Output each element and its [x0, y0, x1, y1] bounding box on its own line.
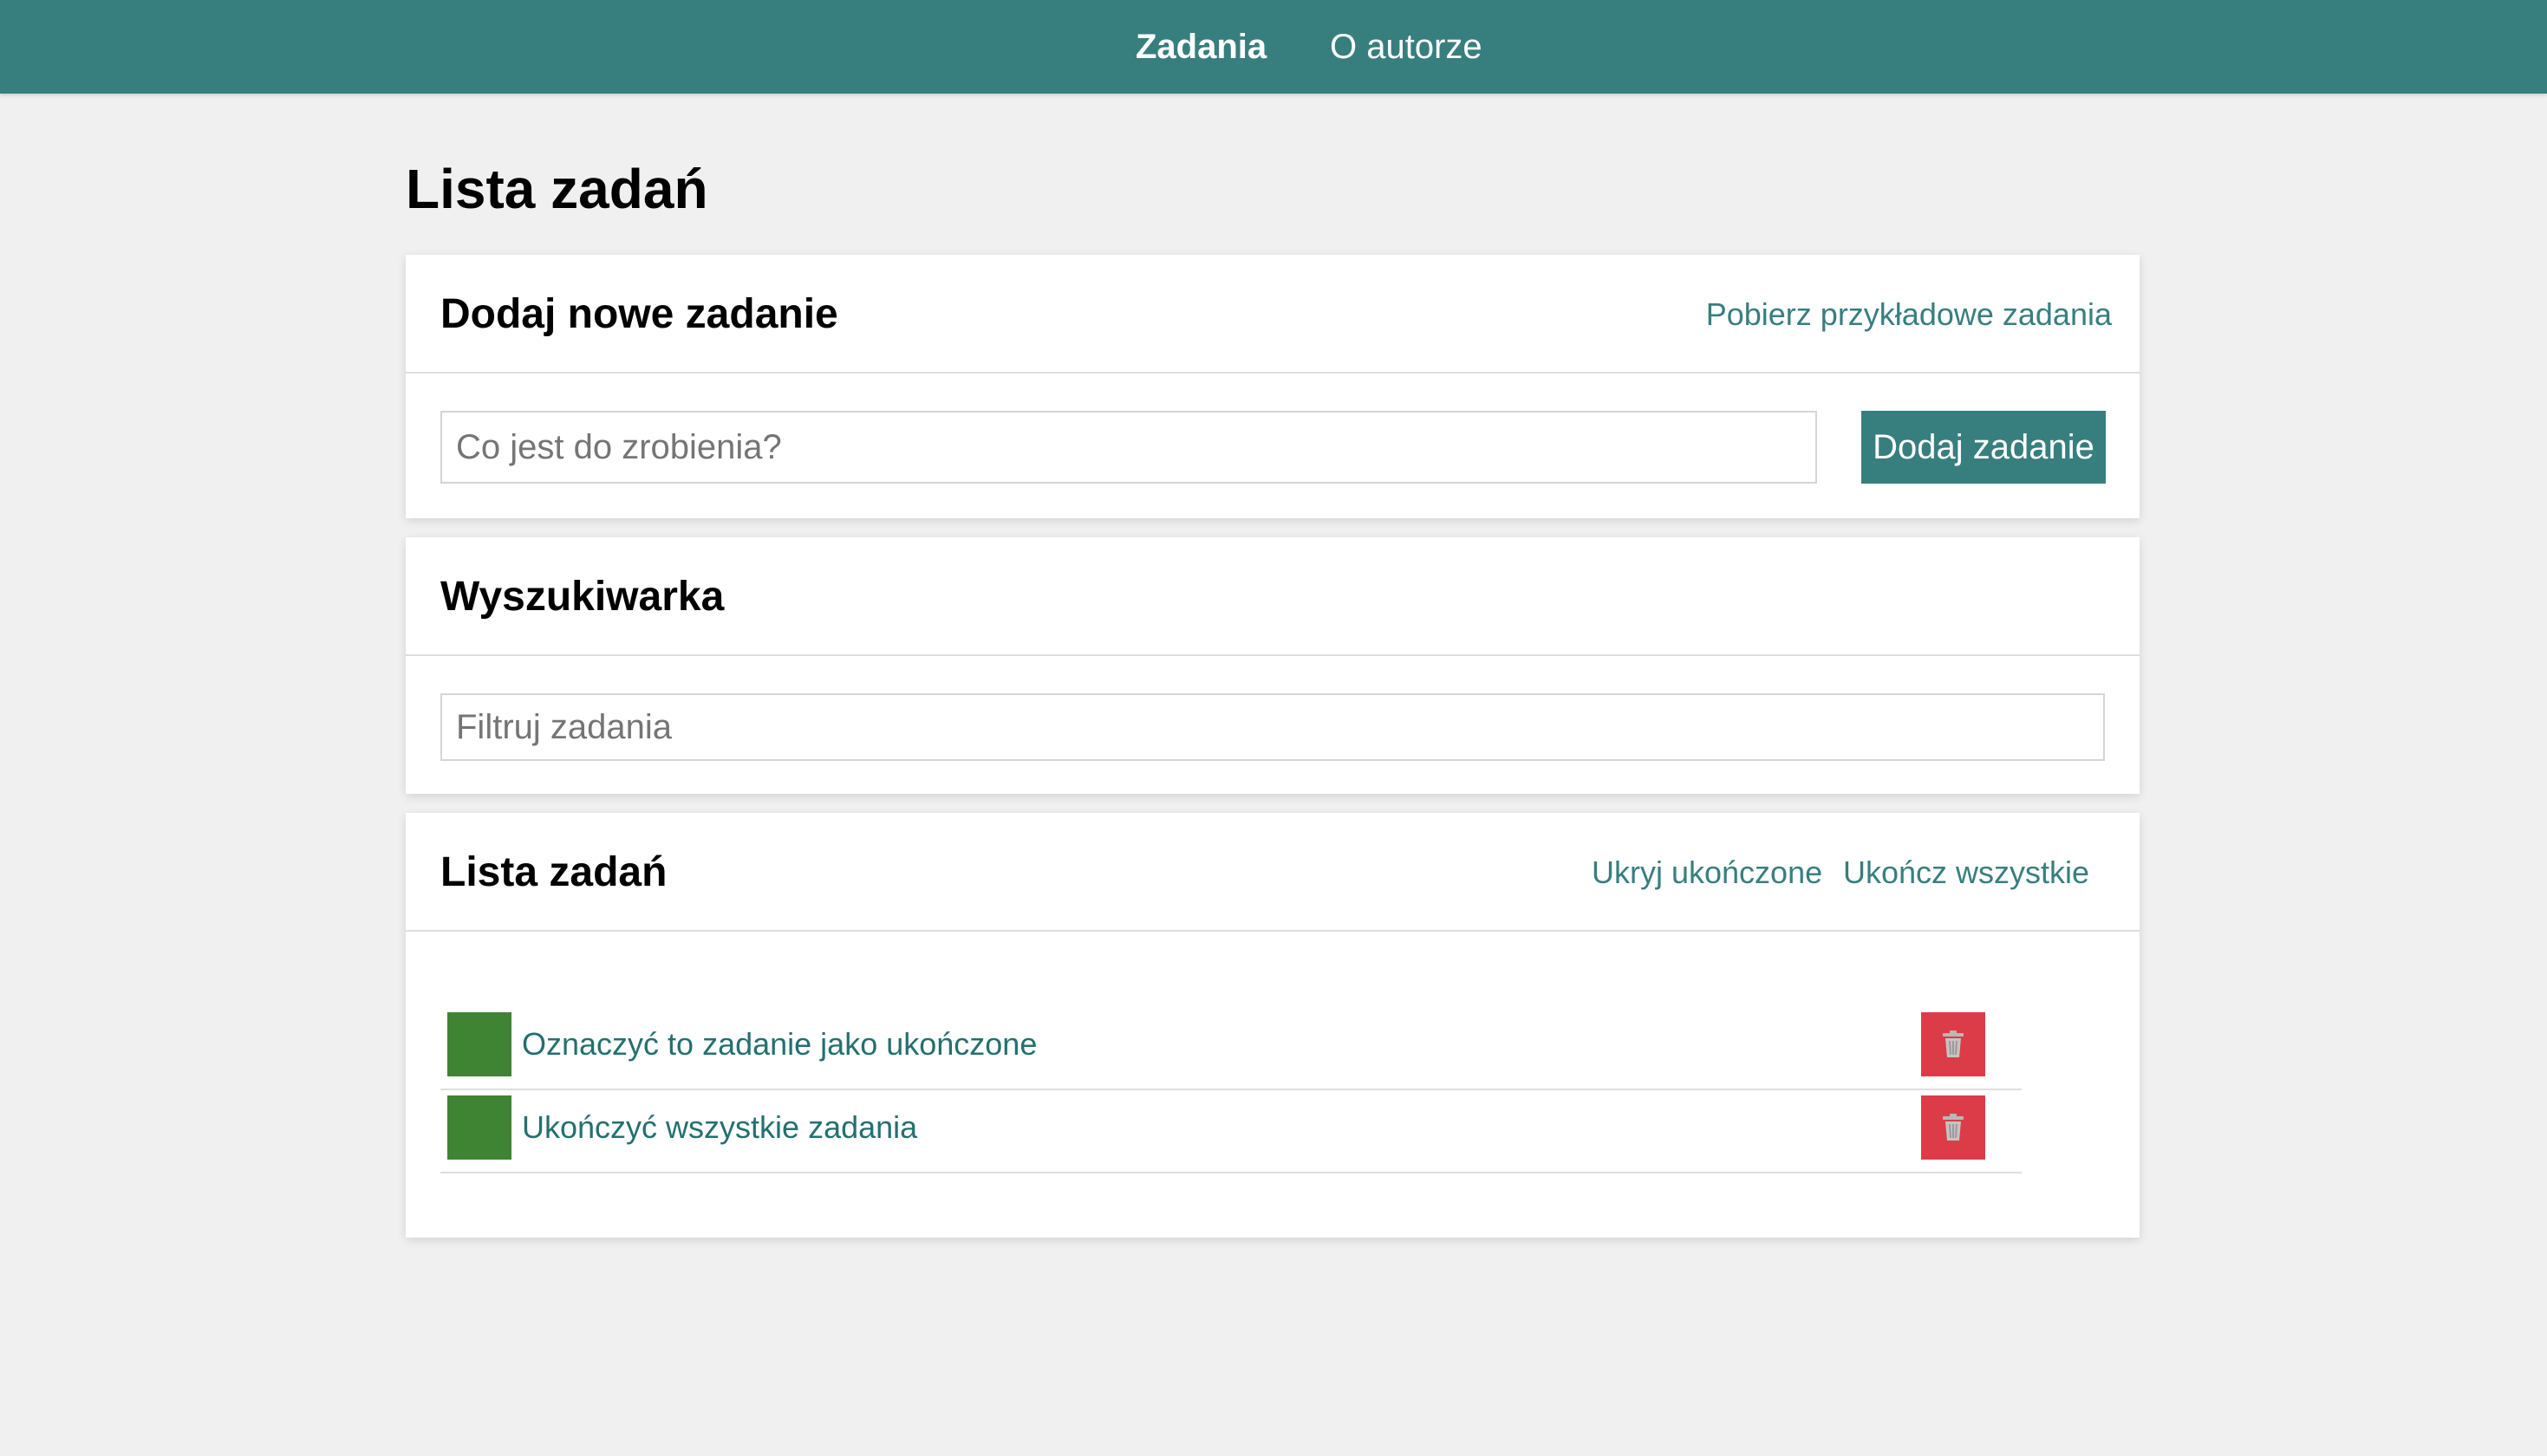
delete-task-button[interactable] — [1921, 1012, 1985, 1076]
task-list: Oznaczyć to zadanie jako ukończone Ukońc… — [440, 1007, 2022, 1173]
page-title: Lista zadań — [406, 158, 708, 220]
complete-all-link[interactable]: Ukończ wszystkie — [1843, 813, 2089, 932]
add-task-button[interactable]: Dodaj zadanie — [1861, 411, 2106, 484]
task-label[interactable]: Oznaczyć to zadanie jako ukończone — [522, 1007, 1037, 1082]
search-card: Wyszukiwarka — [406, 537, 2140, 794]
top-navbar: Zadania O autorze — [0, 0, 2547, 94]
task-list-card-header: Lista zadań Ukryj ukończone Ukończ wszys… — [406, 813, 2140, 932]
task-label[interactable]: Ukończyć wszystkie zadania — [522, 1090, 917, 1165]
nav-link-tasks[interactable]: Zadania — [1136, 0, 1267, 94]
task-row: Oznaczyć to zadanie jako ukończone — [440, 1007, 2022, 1090]
task-list-card-title: Lista zadań — [440, 849, 668, 895]
task-list-card: Lista zadań Ukryj ukończone Ukończ wszys… — [406, 813, 2140, 1238]
search-card-header: Wyszukiwarka — [406, 537, 2140, 656]
nav-link-about-author[interactable]: O autorze — [1330, 0, 1482, 94]
task-row: Ukończyć wszystkie zadania — [440, 1090, 2022, 1173]
search-card-title: Wyszukiwarka — [440, 574, 725, 620]
trash-icon — [1943, 1114, 1964, 1141]
task-complete-checkbox[interactable] — [447, 1012, 511, 1076]
add-task-card: Dodaj nowe zadanie Pobierz przykładowe z… — [406, 255, 2140, 518]
task-complete-checkbox[interactable] — [447, 1095, 511, 1160]
filter-tasks-input[interactable] — [440, 693, 2105, 761]
trash-icon — [1943, 1030, 1964, 1057]
add-task-card-title: Dodaj nowe zadanie — [440, 291, 838, 337]
load-example-tasks-link[interactable]: Pobierz przykładowe zadania — [1706, 255, 2112, 374]
hide-completed-link[interactable]: Ukryj ukończone — [1592, 813, 1822, 932]
delete-task-button[interactable] — [1921, 1095, 1985, 1160]
add-task-card-header: Dodaj nowe zadanie Pobierz przykładowe z… — [406, 255, 2140, 374]
new-task-input[interactable] — [440, 411, 1817, 484]
